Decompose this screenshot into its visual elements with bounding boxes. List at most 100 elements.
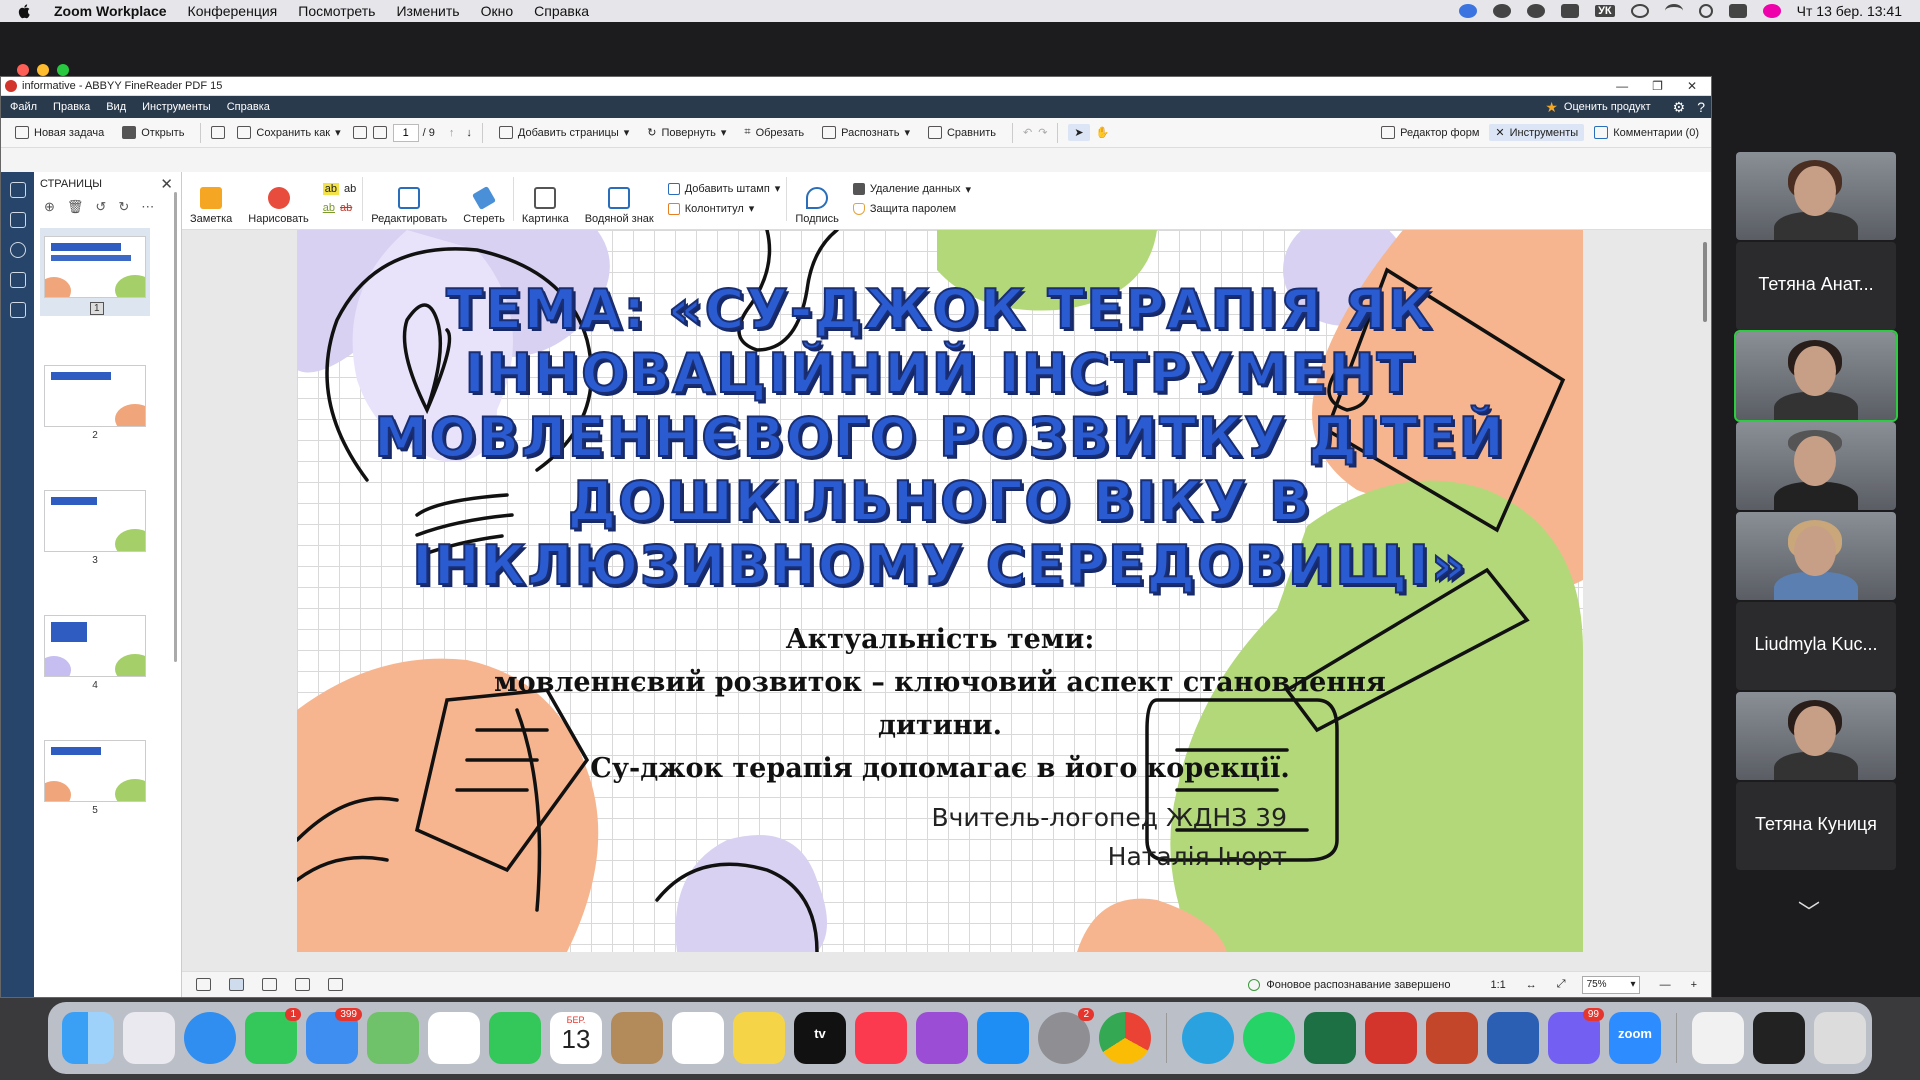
app-store-icon[interactable] (977, 1012, 1029, 1064)
whatsapp-icon[interactable] (1243, 1012, 1295, 1064)
participant-name-tile[interactable]: Тетяна Куниця (1736, 782, 1896, 870)
keyboard-layout-indicator[interactable]: УК (1595, 5, 1615, 17)
menu-window[interactable]: Окно (481, 3, 514, 19)
rotate-left-icon[interactable]: ↺ (95, 199, 106, 215)
chrome-icon[interactable] (1099, 1012, 1151, 1064)
help-icon[interactable]: ? (1697, 99, 1705, 115)
reminders-icon[interactable] (672, 1012, 724, 1064)
mail-icon[interactable] (372, 126, 387, 139)
document-view[interactable]: ТЕМА: «СУ-ДЖОК ТЕРАПІЯ ЯК ІННОВАЦІЙНИЙ І… (182, 230, 1711, 971)
close-icon[interactable]: ✕ (160, 175, 173, 193)
bookmarks-icon[interactable] (9, 212, 26, 228)
trash-icon[interactable] (1814, 1012, 1866, 1064)
signature-panel-icon[interactable] (9, 302, 26, 318)
viber-tray-icon[interactable] (1493, 4, 1512, 18)
redact-button[interactable]: Удаление данных ▾ (852, 183, 971, 196)
open-button[interactable]: Открыть (116, 124, 190, 141)
fit-width-icon[interactable]: ↔ (1526, 979, 1537, 991)
add-stamp-button[interactable]: Добавить штамп ▾ (667, 182, 780, 195)
wifi-icon[interactable] (1664, 4, 1683, 18)
facetime-icon[interactable] (489, 1012, 541, 1064)
zoom-out-icon[interactable]: — (1660, 979, 1671, 991)
apple-tv-icon[interactable]: tv (794, 1012, 846, 1064)
notes-icon[interactable] (733, 1012, 785, 1064)
participant-name-tile[interactable]: Тетяна Анат... (1736, 242, 1896, 330)
participant-tile[interactable] (1736, 422, 1896, 510)
redo-icon[interactable]: ↷ (1038, 126, 1047, 139)
page-thumbnail[interactable]: 3 (40, 482, 150, 566)
zoom-in-icon[interactable]: + (1691, 979, 1697, 991)
delete-page-icon[interactable]: 🗑 (67, 199, 84, 215)
excel-icon[interactable] (1304, 1012, 1356, 1064)
menu-tools[interactable]: Инструменты (142, 101, 211, 113)
menu-conference[interactable]: Конференция (188, 3, 278, 19)
podcasts-icon[interactable] (916, 1012, 968, 1064)
word-icon[interactable] (1487, 1012, 1539, 1064)
watermark-tool[interactable]: Водяной знак (577, 187, 662, 225)
telegram-icon[interactable] (1182, 1012, 1234, 1064)
zoom-select[interactable]: 75% ▾ (1581, 975, 1640, 994)
page-number-input[interactable] (392, 123, 419, 142)
participant-tile[interactable] (1736, 692, 1896, 780)
underline-icon[interactable]: ab (344, 183, 356, 195)
strikethrough-icon[interactable]: ab (340, 202, 352, 214)
app-menu-zoom[interactable]: Zoom Workplace (54, 3, 167, 19)
actual-size-button[interactable]: 1:1 (1490, 979, 1505, 991)
viber-icon[interactable]: 99 (1548, 1008, 1604, 1064)
powerpoint-icon[interactable] (1426, 1012, 1478, 1064)
comments-button[interactable]: Комментарии (0) (1588, 124, 1705, 141)
undo-icon[interactable]: ↶ (1023, 126, 1032, 139)
messages-icon[interactable]: 1 (245, 1008, 301, 1064)
participant-tile[interactable] (1736, 152, 1896, 240)
password-button[interactable]: Защита паролем (852, 202, 971, 215)
rotate-button[interactable]: ↻ Повернуть ▾ (641, 124, 732, 141)
select-tool-button[interactable]: ➤ (1068, 124, 1090, 141)
save-as-button[interactable]: Сохранить как ▾ (231, 124, 346, 141)
zoom-app-icon[interactable]: zoom (1609, 1012, 1661, 1064)
gear-icon[interactable]: ⚙ (1673, 99, 1686, 116)
tools-button[interactable]: ✕ Инструменты (1489, 124, 1585, 141)
header-footer-button[interactable]: Колонтитул ▾ (667, 202, 781, 215)
two-page-view-icon[interactable] (262, 978, 277, 991)
clock[interactable]: Чт 13 бер. 13:41 (1797, 3, 1902, 19)
add-pages-button[interactable]: Добавить страницы ▾ (493, 124, 635, 141)
scroll-view-icon[interactable] (229, 978, 244, 991)
highlight-icon[interactable]: ab (322, 183, 339, 195)
menu-help-abbyy[interactable]: Справка (227, 101, 270, 113)
calendar-icon[interactable]: БЕР. 13 (550, 1012, 602, 1064)
draw-tool[interactable]: Нарисовать (240, 187, 316, 225)
close-icon[interactable]: ✕ (1687, 79, 1697, 93)
search-icon[interactable] (1698, 4, 1713, 18)
presentation-icon[interactable] (328, 978, 343, 991)
note-tool[interactable]: Заметка (182, 187, 240, 225)
hand-icon[interactable]: ✋ (1096, 126, 1110, 139)
pages-panel-icon[interactable] (9, 182, 26, 198)
save-icon[interactable] (211, 126, 226, 139)
fit-page-icon[interactable]: ⤢ (1557, 978, 1566, 991)
compare-button[interactable]: Сравнить (922, 124, 1002, 141)
participant-tile-active-speaker[interactable] (1734, 330, 1898, 422)
menu-file[interactable]: Файл (10, 101, 37, 113)
close-window-button[interactable] (17, 64, 29, 76)
search-panel-icon[interactable] (9, 242, 26, 258)
minimized-window-icon[interactable] (1753, 1012, 1805, 1064)
attachments-icon[interactable] (9, 272, 26, 288)
menu-view-abbyy[interactable]: Вид (106, 101, 126, 113)
mail-icon[interactable]: 399 (306, 1008, 362, 1064)
zoom-tray-icon[interactable] (1459, 4, 1478, 18)
apple-icon[interactable] (18, 3, 32, 19)
print-icon[interactable] (352, 126, 367, 139)
thumbnails-scrollbar[interactable] (174, 192, 177, 662)
launchpad-icon[interactable] (123, 1012, 175, 1064)
single-page-view-icon[interactable] (196, 978, 211, 991)
abbyy-pdf-icon[interactable] (1365, 1012, 1417, 1064)
sign-tool[interactable]: Подпись (787, 187, 847, 225)
music-icon[interactable] (855, 1012, 907, 1064)
safari-icon[interactable] (184, 1012, 236, 1064)
crop-button[interactable]: ⌗ Обрезать (738, 124, 810, 141)
recognize-button[interactable]: Распознать ▾ (816, 124, 916, 141)
erase-tool[interactable]: Стереть (455, 185, 513, 225)
more-icon[interactable]: ⋯ (141, 199, 154, 215)
picture-tool[interactable]: Картинка (514, 187, 577, 225)
control-center-icon[interactable] (1728, 4, 1747, 18)
